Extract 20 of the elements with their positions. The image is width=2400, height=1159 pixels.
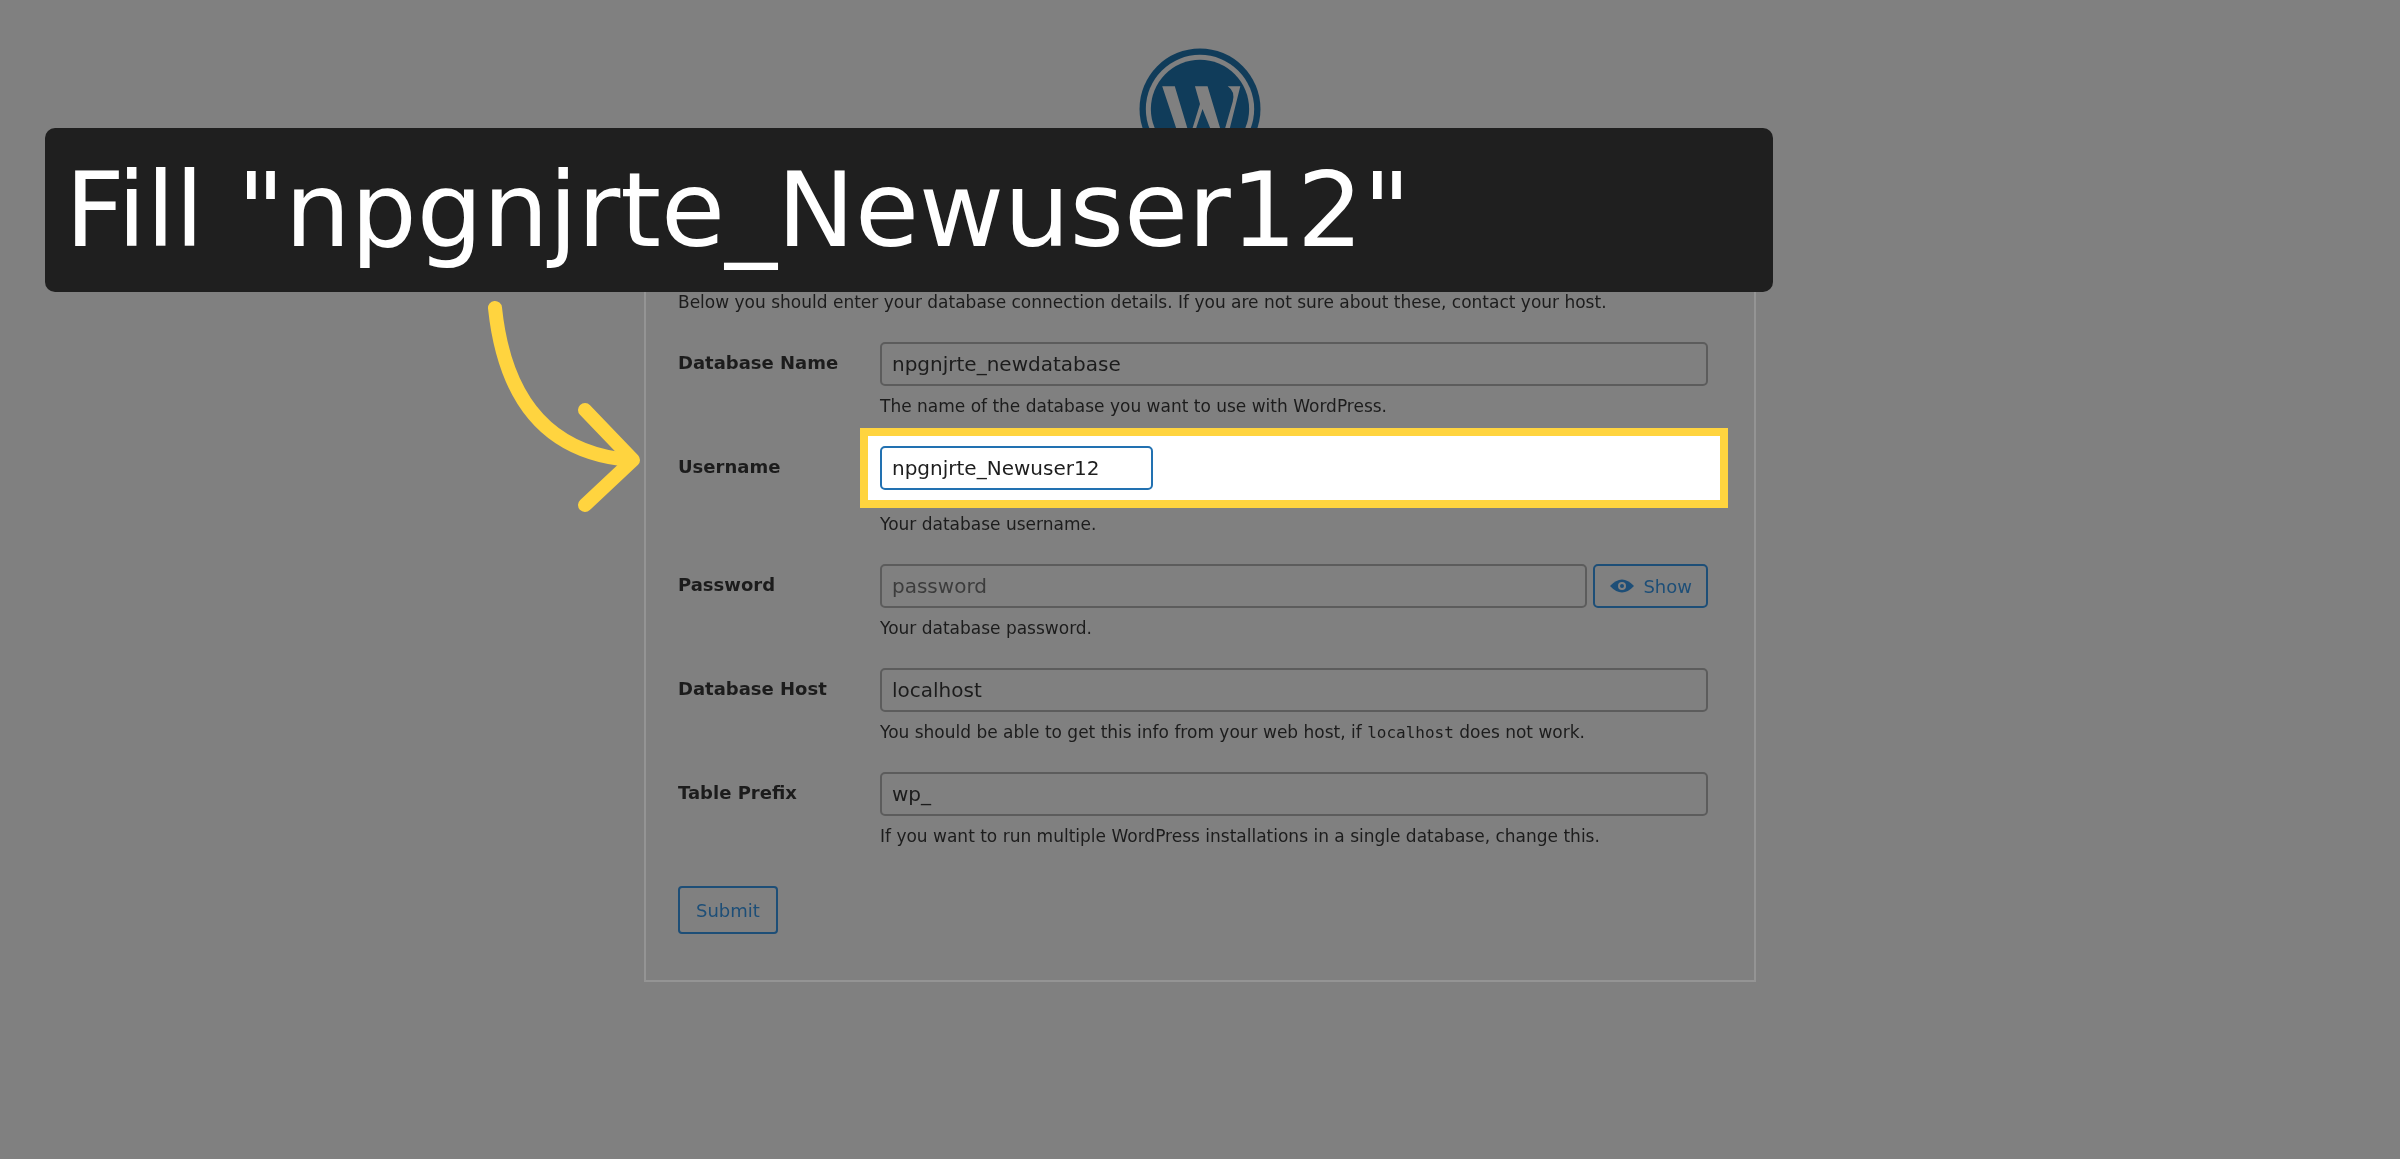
help-text: Your database username. bbox=[880, 514, 1098, 534]
help-text: The name of the database you want to use with WordPress. bbox=[880, 396, 1389, 416]
field-label: Username bbox=[678, 455, 782, 479]
field-label: Password bbox=[678, 573, 777, 597]
text-field[interactable]: wp_ bbox=[880, 772, 1708, 816]
text-field[interactable]: npgnjrte_Newuser12 bbox=[880, 446, 1153, 490]
help-text: Your database password. bbox=[880, 618, 1094, 638]
text-field[interactable]: localhost bbox=[880, 668, 1708, 712]
field-label: Table Prefix bbox=[678, 781, 798, 805]
intro-text: Below you should enter your database connection details. If you are not sure about these, contact your host. bbox=[678, 292, 1608, 312]
caption-banner: Fill "npgnjrte_Newuser12" bbox=[45, 128, 1773, 292]
submit-button[interactable]: Submit bbox=[678, 886, 778, 934]
eye-icon bbox=[1609, 578, 1636, 594]
help-text: If you want to run multiple WordPress installations in a single database, change this. bbox=[880, 826, 1601, 846]
field-label: Database Name bbox=[678, 351, 840, 375]
text-field[interactable]: password bbox=[880, 564, 1588, 608]
text-field[interactable]: npgnjrte_newdatabase bbox=[880, 342, 1708, 386]
field-label: Database Host bbox=[678, 677, 828, 701]
show-button[interactable]: Show bbox=[1593, 564, 1708, 608]
help-text: You should be able to get this info from your web host, if localhost does not work. bbox=[880, 722, 1586, 742]
